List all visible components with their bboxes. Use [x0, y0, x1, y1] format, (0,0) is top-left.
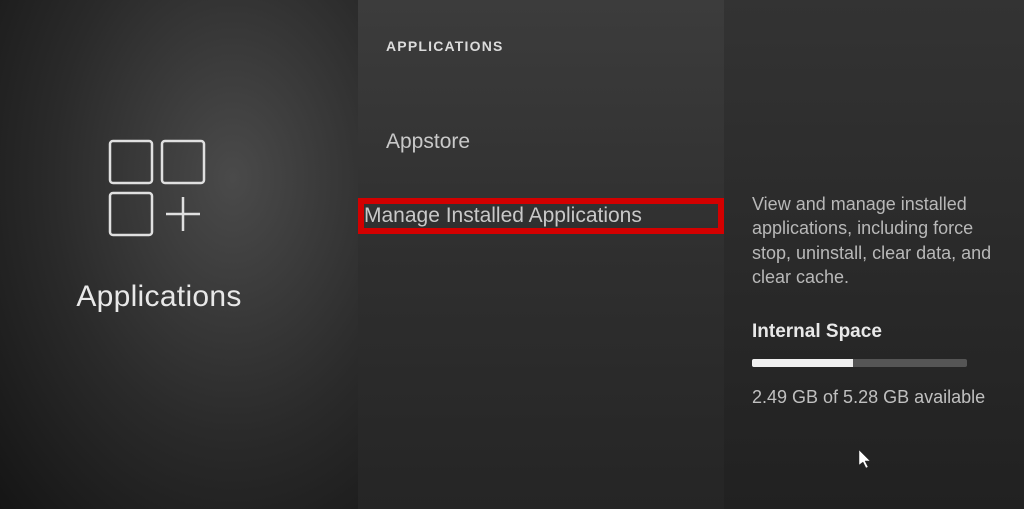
category-title: Applications: [76, 280, 241, 314]
menu-item-manage-apps-label: Manage Installed Applications: [364, 204, 718, 228]
menu-item-appstore[interactable]: Appstore: [358, 112, 724, 172]
menu-item-manage-apps[interactable]: Manage Installed Applications: [358, 198, 724, 234]
storage-progress-fill: [752, 359, 853, 367]
section-header: APPLICATIONS: [358, 38, 724, 54]
internal-space-label: Internal Space: [752, 321, 996, 343]
category-panel: Applications: [0, 0, 358, 509]
detail-panel: View and manage installed applications, …: [724, 0, 1024, 509]
storage-progress-bar: [752, 359, 967, 367]
storage-available-text: 2.49 GB of 5.28 GB available: [752, 387, 996, 408]
applications-icon: [104, 135, 214, 250]
item-description: View and manage installed applications, …: [752, 192, 992, 289]
menu-panel: APPLICATIONS Appstore Manage Installed A…: [358, 0, 724, 509]
